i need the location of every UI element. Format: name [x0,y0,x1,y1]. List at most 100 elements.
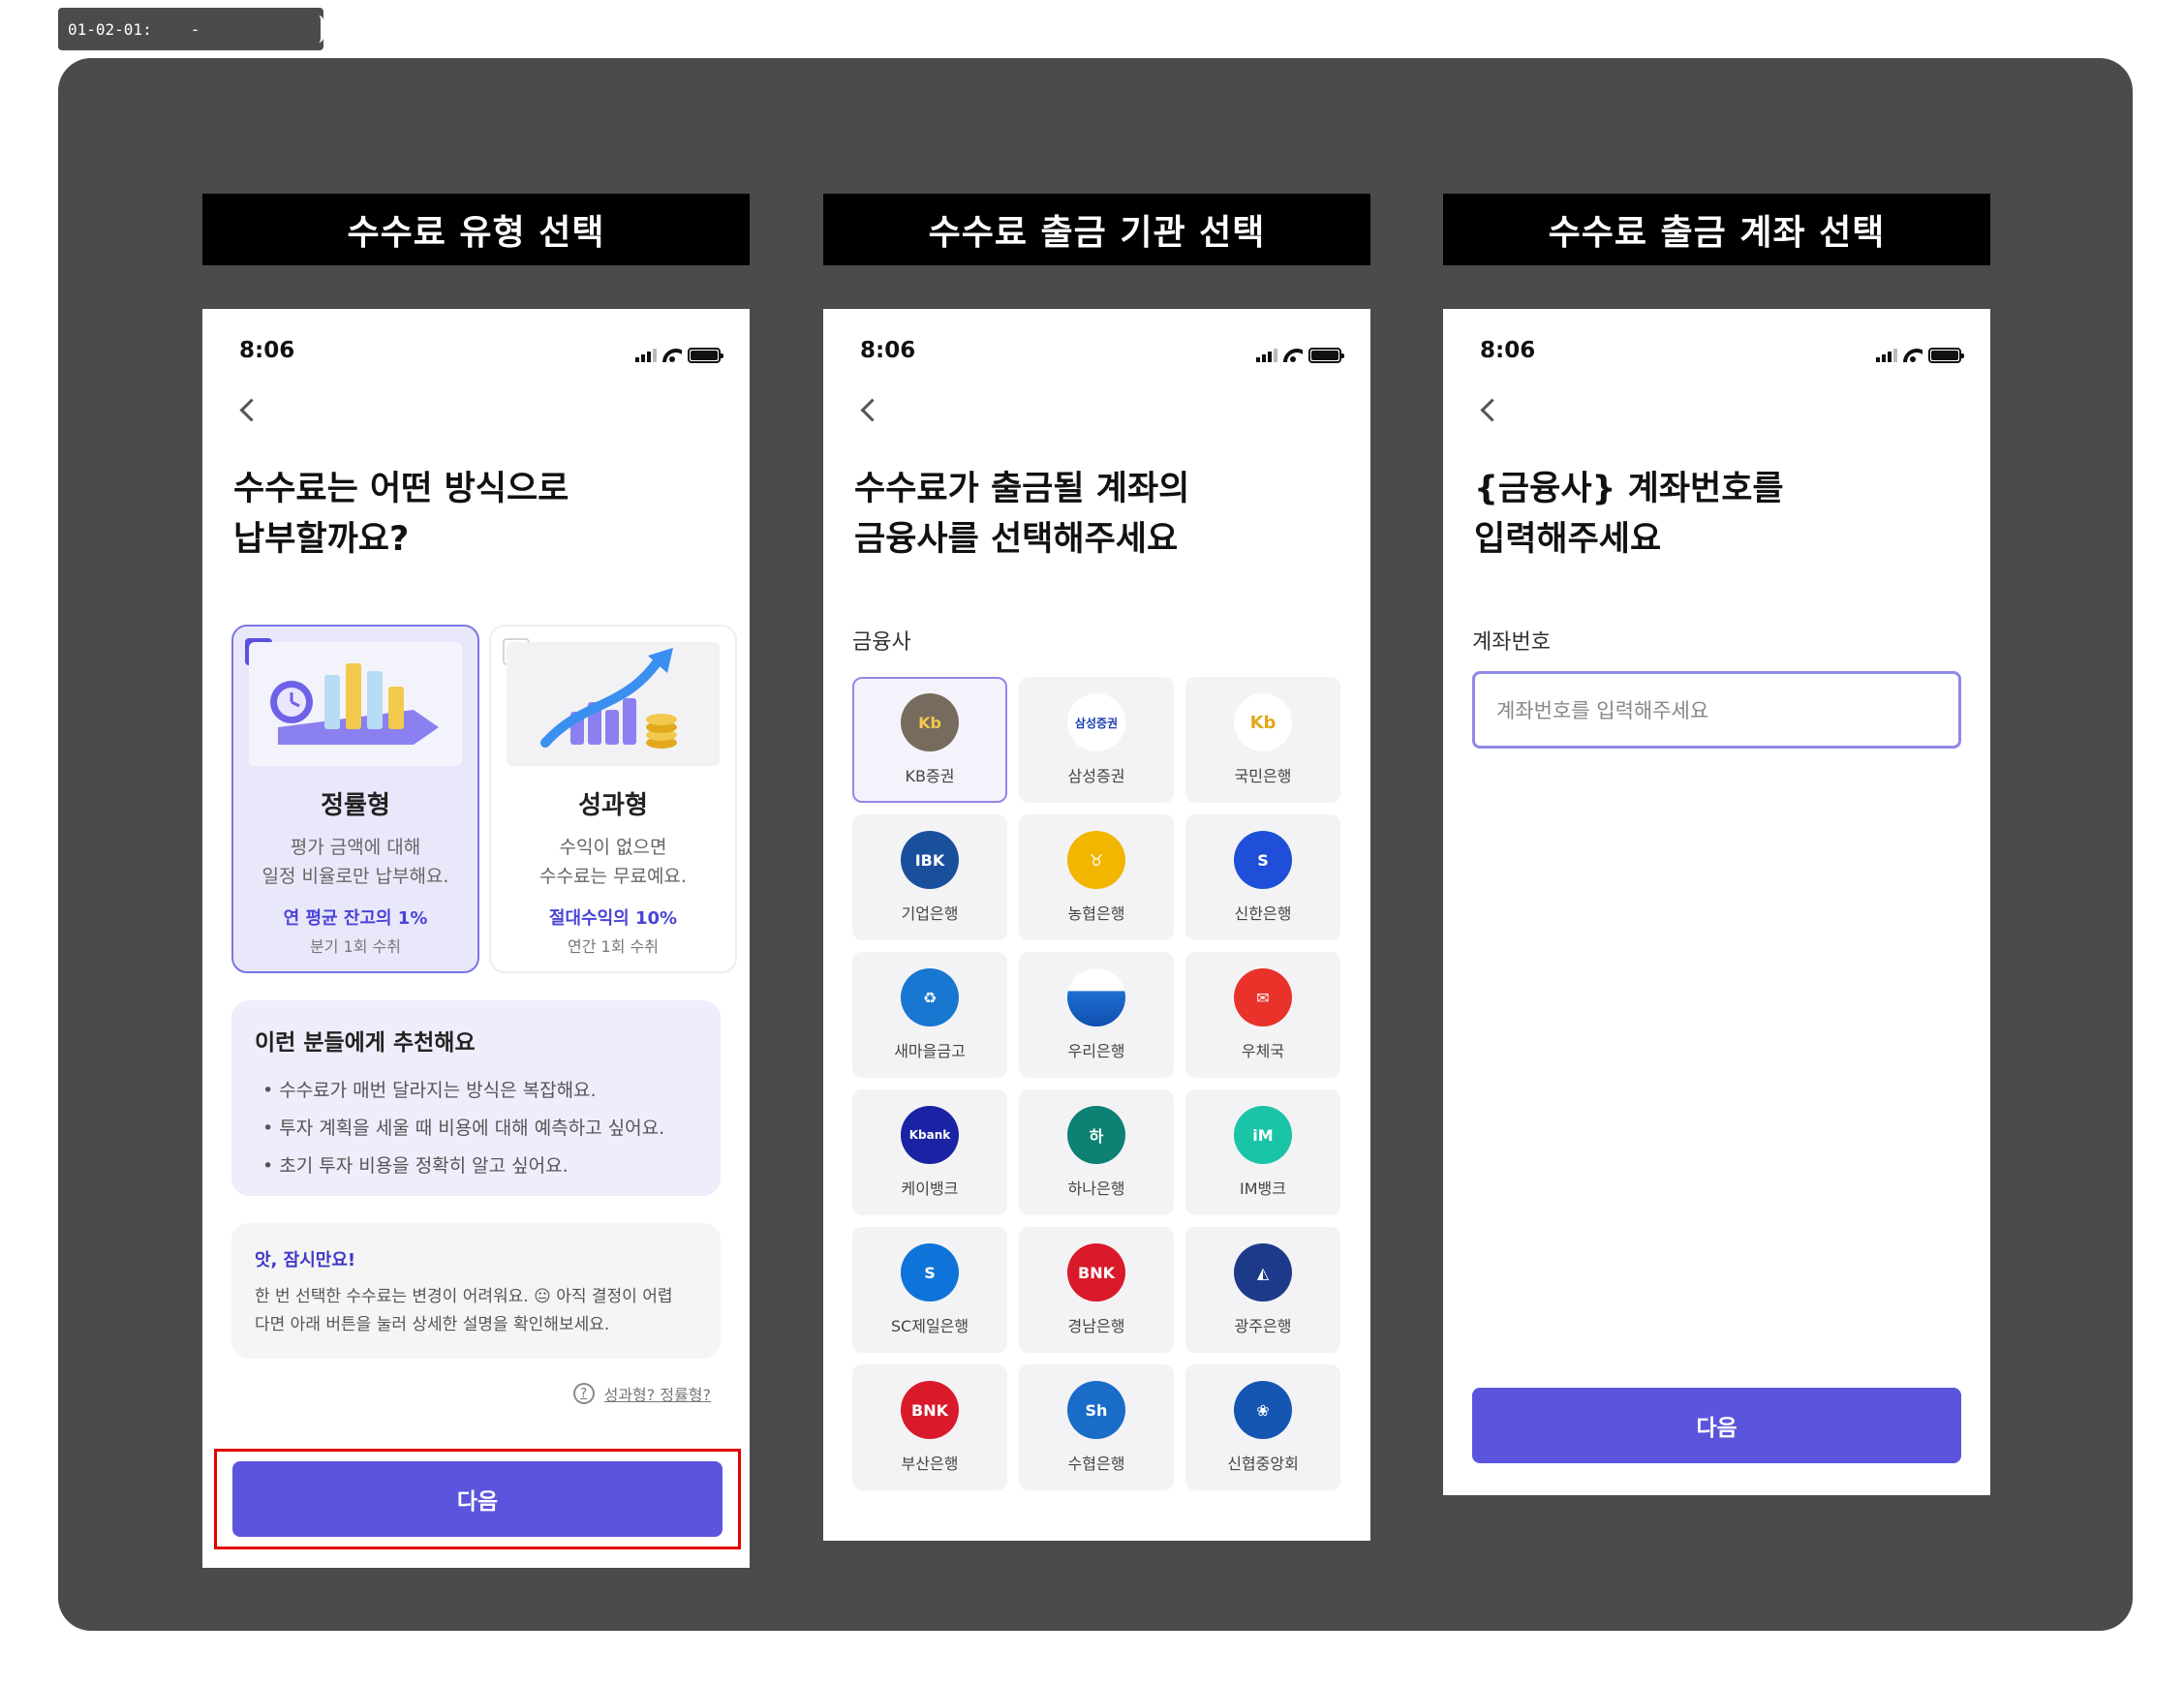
wifi-icon [1283,349,1303,362]
notice-text: 한 번 선택한 수수료는 변경이 어려워요. 😐 아직 결정이 어렵 다면 아래… [255,1283,697,1339]
bank-item-12[interactable]: S SC제일은행 [852,1227,1007,1353]
list-item: 초기 투자 비용을 정확히 알고 싶어요. [255,1148,697,1185]
screen-title-fee-type: 수수료 유형 선택 [202,194,750,265]
notice-text-line2: 다면 아래 버튼을 눌러 상세한 설명을 확인해보세요. [255,1315,610,1334]
bank-item-4[interactable]: ♉ 농협은행 [1019,814,1174,940]
bank-name: 국민은행 [1234,767,1292,785]
question-icon: ? [572,1383,595,1404]
bank-item-17[interactable]: ❀ 신협중앙회 [1185,1364,1340,1490]
woori-icon [1067,968,1125,1026]
bank-name: 삼성증권 [1067,767,1125,785]
recommendation-box: 이런 분들에게 추천해요 수수료가 매번 달라지는 방식은 복잡해요. 투자 계… [231,1000,721,1196]
status-bar: 8:06 [1443,309,1990,373]
screen-title-account: 수수료 출금 계좌 선택 [1443,194,1990,265]
list-item: 투자 계획을 세울 때 비용에 대해 예측하고 싶어요. [255,1110,697,1148]
status-indicators [1256,348,1344,363]
back-chevron-icon[interactable] [1476,396,1505,425]
bank-item-6[interactable]: ♻ 새마을금고 [852,952,1007,1078]
bank-name: 신한은행 [1234,904,1292,923]
recommendation-list: 수수료가 매번 달라지는 방식은 복잡해요. 투자 계획을 세울 때 비용에 대… [255,1072,697,1185]
shinhan-icon: S [1234,831,1292,889]
next-button[interactable]: 다음 [1472,1388,1961,1463]
frame-tag: 01-02-01: - [58,8,323,50]
bank-name: 경남은행 [1067,1317,1125,1335]
bank-item-1[interactable]: 삼성증권 삼성증권 [1019,677,1174,803]
post-icon: ✉ [1234,968,1292,1026]
status-indicators [1876,348,1964,363]
bank-item-11[interactable]: iM IM뱅크 [1185,1089,1340,1215]
help-link-label[interactable]: 성과형? 정률형? [604,1382,711,1405]
option-name: 성과형 [578,791,648,820]
bank-name: 광주은행 [1234,1317,1292,1335]
fee-option-performance[interactable]: 성과형 수익이 없으면 수수료는 무료예요. 절대수익의 10% 연간 1회 수… [489,625,737,973]
status-time: 8:06 [1480,338,1536,363]
list-item: 수수료가 매번 달라지는 방식은 복잡해요. [255,1072,697,1110]
bank-grid: Kb KB증권 삼성증권 삼성증권 Kb 국민은행 IBK 기업은행 ♉ 농협은행 S 신한은행 ♻ 새마… [852,677,1370,1490]
option-name: 정률형 [321,791,390,820]
bank-item-16[interactable]: Sh 수협은행 [1019,1364,1174,1490]
status-time: 8:06 [860,338,916,363]
bank-name: 기업은행 [901,904,959,923]
back-chevron-icon[interactable] [235,396,264,425]
option-desc-line2: 일정 비율로만 납부해요. [261,866,449,887]
option-desc-line2: 수수료는 무료예요. [539,866,687,887]
bank-item-0[interactable]: Kb KB증권 [852,677,1007,803]
frame-tag-dash: - [190,19,200,39]
next-button[interactable]: 다음 [232,1461,723,1537]
status-indicators [635,348,723,363]
notice-text-line1: 한 번 선택한 수수료는 변경이 어려워요. 😐 아직 결정이 어렵 [255,1287,673,1306]
institution-label: 금융사 [852,630,911,655]
performance-illustration-icon [507,642,720,766]
samsung-icon: 삼성증권 [1067,693,1125,751]
signal-icon [1876,349,1897,362]
kbank-icon: Kbank [901,1106,959,1164]
option-rate: 절대수익의 10% [548,908,678,929]
bank-name: 부산은행 [901,1455,959,1473]
fee-option-group: 정률형 평가 금액에 대해 일정 비율로만 납부해요. 연 평균 잔고의 1% … [231,625,737,973]
status-bar: 8:06 [823,309,1370,373]
nh-icon: ♉ [1067,831,1125,889]
battery-icon [688,348,723,363]
hana-icon: 하 [1067,1106,1125,1164]
bank-item-10[interactable]: 하 하나은행 [1019,1089,1174,1215]
bank-name: 우체국 [1241,1042,1285,1060]
page-title-line1: 수수료가 출금될 계좌의 [854,470,1190,508]
wifi-icon [662,349,682,362]
phone-account: 8:06 {금융사} 계좌번호를 입력해주세요 계좌번호 계좌번호를 입력해주세… [1443,309,1990,1495]
bank-name: 새마을금고 [894,1042,966,1060]
gwangju-icon: ◭ [1234,1243,1292,1302]
page-title-line2: 금융사를 선택해주세요 [854,520,1179,559]
bank-item-9[interactable]: Kbank 케이뱅크 [852,1089,1007,1215]
back-chevron-icon[interactable] [856,396,885,425]
bank-item-2[interactable]: Kb 국민은행 [1185,677,1340,803]
bank-item-8[interactable]: ✉ 우체국 [1185,952,1340,1078]
sc-icon: S [901,1243,959,1302]
page-title-line2: 입력해주세요 [1474,520,1662,559]
bank-item-14[interactable]: ◭ 광주은행 [1185,1227,1340,1353]
cu-icon: ❀ [1234,1381,1292,1439]
help-link[interactable]: ? 성과형? 정률형? [202,1382,711,1405]
notice-title: 앗, 잠시만요! [255,1250,356,1271]
page-title: 수수료는 어떤 방식으로 납부할까요? [233,464,750,565]
account-number-input[interactable]: 계좌번호를 입력해주세요 [1472,671,1961,749]
frame-tag-label: 01-02-01: [68,19,152,39]
fixed-rate-illustration-icon [249,642,462,766]
frame-tag-edge [319,15,323,43]
bank-name: 수협은행 [1067,1455,1125,1473]
bank-item-5[interactable]: S 신한은행 [1185,814,1340,940]
fee-option-fixed-rate[interactable]: 정률형 평가 금액에 대해 일정 비율로만 납부해요. 연 평균 잔고의 1% … [231,625,479,973]
option-desc-line1: 평가 금액에 대해 [290,837,421,858]
recommendation-title: 이런 분들에게 추천해요 [255,1030,476,1056]
bank-item-15[interactable]: BNK 부산은행 [852,1364,1007,1490]
bank-item-3[interactable]: IBK 기업은행 [852,814,1007,940]
bank-name: 신협중앙회 [1227,1455,1299,1473]
bnk-icon: BNK [1067,1243,1125,1302]
bank-item-7[interactable]: 우리은행 [1019,952,1174,1078]
bank-name: 우리은행 [1067,1042,1125,1060]
option-frequency: 분기 1회 수취 [310,937,401,956]
option-frequency: 연간 1회 수취 [568,937,659,956]
account-number-label: 계좌번호 [1472,630,1551,655]
phone-fee-type: 8:06 수수료는 어떤 방식으로 납부할까요? 정률형 평가 금액에 대해 일… [202,309,750,1568]
bank-name: SC제일은행 [890,1317,969,1335]
bank-item-13[interactable]: BNK 경남은행 [1019,1227,1174,1353]
